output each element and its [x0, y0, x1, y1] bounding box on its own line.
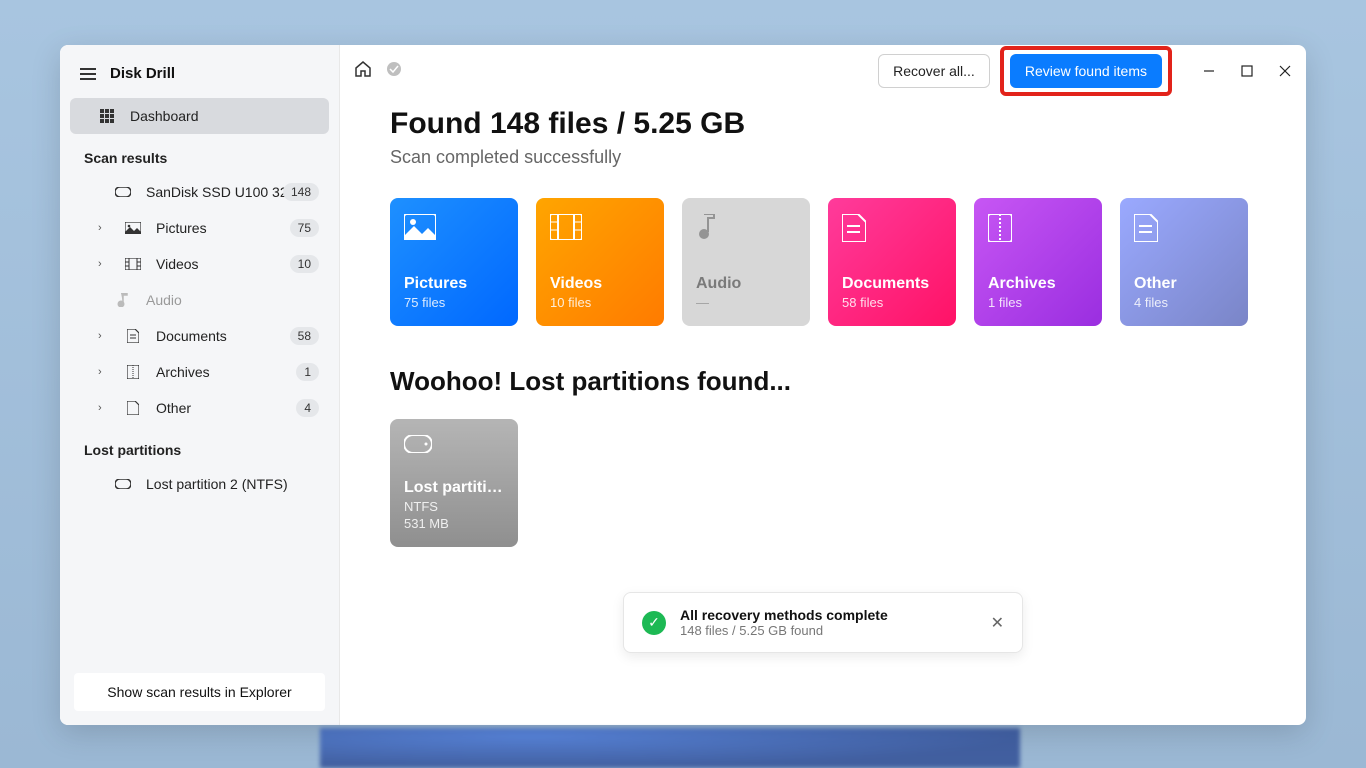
completion-toast: ✓ All recovery methods complete 148 file…: [623, 592, 1023, 653]
tile-title: Videos: [550, 275, 650, 293]
sidebar-footer: Show scan results in Explorer: [70, 669, 329, 715]
film-icon: [550, 214, 650, 252]
scan-status-text: Scan completed successfully: [390, 147, 1256, 168]
archive-icon: [124, 365, 142, 379]
review-found-items-button[interactable]: Review found items: [1010, 54, 1162, 88]
headline-found-count: Found 148 files / 5.25 GB: [390, 107, 1256, 141]
sidebar-header: Disk Drill: [70, 55, 329, 98]
tile-title: Other: [1134, 275, 1234, 293]
window-controls: [1202, 64, 1292, 78]
toast-subtitle: 148 files / 5.25 GB found: [680, 623, 888, 638]
tile-count: —: [696, 295, 796, 310]
document-icon: [124, 329, 142, 343]
category-tiles: Pictures 75 files Videos 10 files Audio …: [390, 198, 1256, 326]
show-in-explorer-button[interactable]: Show scan results in Explorer: [74, 673, 325, 711]
hamburger-menu-icon[interactable]: [80, 68, 96, 80]
nav-label: Pictures: [156, 220, 207, 236]
nav-videos[interactable]: › Videos 10: [70, 246, 329, 282]
tile-title: Documents: [842, 275, 942, 293]
tile-audio[interactable]: Audio —: [682, 198, 810, 326]
tile-other[interactable]: Other 4 files: [1120, 198, 1248, 326]
drive-icon: [404, 435, 504, 473]
app-title: Disk Drill: [110, 65, 175, 82]
count-badge: 75: [290, 219, 319, 237]
music-note-icon: [114, 293, 132, 307]
desktop-taskbar-hint: [320, 728, 1020, 768]
chevron-right-icon: ›: [98, 402, 110, 414]
count-badge: 58: [290, 327, 319, 345]
tile-count: 4 files: [1134, 295, 1234, 310]
toast-title: All recovery methods complete: [680, 607, 888, 623]
music-note-icon: [696, 214, 796, 252]
tile-count: 75 files: [404, 295, 504, 310]
tile-title: Pictures: [404, 275, 504, 293]
nav-label: Other: [156, 400, 191, 416]
app-window: Disk Drill Dashboard Scan results SanDis…: [60, 45, 1306, 725]
section-scan-results: Scan results: [70, 134, 329, 174]
section-lost-partitions: Lost partitions: [70, 426, 329, 466]
nav-documents[interactable]: › Documents 58: [70, 318, 329, 354]
nav-label: Dashboard: [130, 108, 199, 124]
tile-lost-partition-2[interactable]: Lost partitio... NTFS 531 MB: [390, 419, 518, 547]
nav-label: Audio: [146, 292, 182, 308]
highlighted-review-button: Review found items: [1000, 46, 1172, 96]
tile-pictures[interactable]: Pictures 75 files: [390, 198, 518, 326]
nav-label: Documents: [156, 328, 227, 344]
tile-title: Lost partitio...: [404, 479, 504, 497]
nav-label: Lost partition 2 (NTFS): [146, 476, 288, 492]
nav-drive-sandisk[interactable]: SanDisk SSD U100 32GB 148: [70, 174, 329, 210]
chevron-right-icon: ›: [98, 222, 110, 234]
toast-close-button[interactable]: ✕: [991, 613, 1004, 633]
tile-documents[interactable]: Documents 58 files: [828, 198, 956, 326]
tile-count: 58 files: [842, 295, 942, 310]
tile-title: Archives: [988, 275, 1088, 293]
nav-label: Archives: [156, 364, 210, 380]
count-badge: 10: [290, 255, 319, 273]
count-badge: 4: [296, 399, 319, 417]
nav-lost-partition-2[interactable]: Lost partition 2 (NTFS): [70, 466, 329, 502]
minimize-button[interactable]: [1202, 64, 1216, 78]
chevron-right-icon: ›: [98, 258, 110, 270]
tile-count: 1 files: [988, 295, 1088, 310]
file-icon: [1134, 214, 1234, 252]
titlebar: Recover all... Review found items: [340, 45, 1306, 97]
nav-audio[interactable]: Audio: [70, 282, 329, 318]
content-area: Found 148 files / 5.25 GB Scan completed…: [340, 97, 1306, 637]
drive-icon: [114, 187, 132, 197]
recover-all-button[interactable]: Recover all...: [878, 54, 990, 88]
picture-icon: [404, 214, 504, 252]
count-badge: 1: [296, 363, 319, 381]
check-icon: ✓: [642, 611, 666, 635]
tile-videos[interactable]: Videos 10 files: [536, 198, 664, 326]
nav-other[interactable]: › Other 4: [70, 390, 329, 426]
grid-icon: [98, 109, 116, 123]
close-button[interactable]: [1278, 64, 1292, 78]
tile-archives[interactable]: Archives 1 files: [974, 198, 1102, 326]
main-panel: Recover all... Review found items Found …: [340, 45, 1306, 725]
tile-size: 531 MB: [404, 516, 504, 531]
count-badge: 148: [283, 183, 319, 201]
tile-fs-type: NTFS: [404, 499, 504, 514]
drive-icon: [114, 479, 132, 489]
chevron-right-icon: ›: [98, 330, 110, 342]
picture-icon: [124, 222, 142, 234]
tile-title: Audio: [696, 275, 796, 293]
chevron-right-icon: ›: [98, 366, 110, 378]
nav-label: Videos: [156, 256, 199, 272]
file-icon: [124, 401, 142, 415]
archive-icon: [988, 214, 1088, 252]
check-circle-icon[interactable]: [386, 61, 402, 82]
home-icon[interactable]: [354, 60, 372, 83]
partition-tiles: Lost partitio... NTFS 531 MB: [390, 419, 1256, 547]
maximize-button[interactable]: [1240, 64, 1254, 78]
tile-count: 10 files: [550, 295, 650, 310]
nav-archives[interactable]: › Archives 1: [70, 354, 329, 390]
document-icon: [842, 214, 942, 252]
film-icon: [124, 258, 142, 270]
nav-dashboard[interactable]: Dashboard: [70, 98, 329, 134]
sidebar: Disk Drill Dashboard Scan results SanDis…: [60, 45, 340, 725]
headline-lost-partitions: Woohoo! Lost partitions found...: [390, 366, 1256, 397]
nav-pictures[interactable]: › Pictures 75: [70, 210, 329, 246]
